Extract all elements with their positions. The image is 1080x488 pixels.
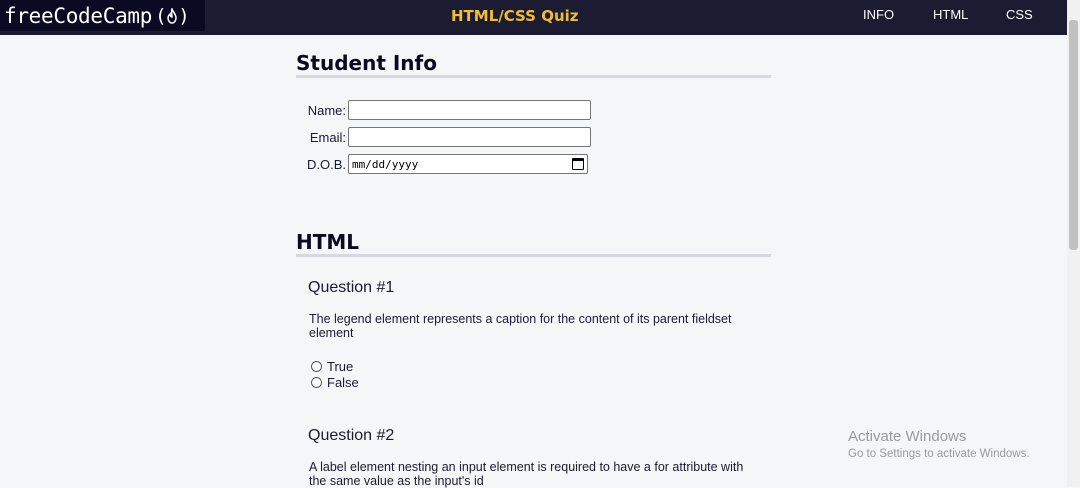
question-1-text: The legend element represents a caption … xyxy=(309,312,732,340)
dob-row: D.O.B. mm/dd/yyyy xyxy=(300,154,588,174)
radio-button[interactable] xyxy=(311,377,322,388)
nav-link-info[interactable]: INFO xyxy=(863,7,894,22)
question-1-title: Question #1 xyxy=(308,279,395,296)
nav-links: INFO HTML CSS xyxy=(0,7,1067,27)
question-2-text: A label element nesting an input element… xyxy=(309,460,744,488)
dob-label: D.O.B. xyxy=(306,156,346,172)
name-input[interactable] xyxy=(348,100,591,120)
windows-activation-watermark: Activate Windows Go to Settings to activ… xyxy=(848,428,1030,460)
name-label: Name: xyxy=(307,102,346,118)
email-row: Email: xyxy=(300,127,591,147)
email-label: Email: xyxy=(309,129,346,145)
student-info-heading: Student Info xyxy=(296,51,771,78)
watermark-line-2: Go to Settings to activate Windows. xyxy=(848,448,1030,460)
option-label: False xyxy=(327,375,359,390)
email-input[interactable] xyxy=(348,127,591,147)
vertical-scrollbar[interactable] xyxy=(1067,0,1080,487)
calendar-icon[interactable] xyxy=(572,158,584,170)
radio-button[interactable] xyxy=(311,361,322,372)
name-row: Name: xyxy=(300,100,591,120)
question-2-title: Question #2 xyxy=(308,427,395,444)
html-section-heading: HTML xyxy=(296,230,771,257)
nav-link-html[interactable]: HTML xyxy=(933,7,968,22)
nav-link-css[interactable]: CSS xyxy=(1006,7,1033,22)
dob-date-input[interactable]: mm/dd/yyyy xyxy=(348,154,588,174)
question-1-option-false[interactable]: False xyxy=(311,375,359,390)
option-label: True xyxy=(327,359,354,374)
question-1-option-true[interactable]: True xyxy=(311,359,353,374)
scrollbar-thumb[interactable] xyxy=(1069,20,1078,250)
dob-placeholder: mm/dd/yyyy xyxy=(352,157,419,171)
watermark-line-1: Activate Windows xyxy=(848,428,967,445)
top-navbar: freeCodeCamp() HTML/CSS Quiz INFO HTML C… xyxy=(0,0,1067,35)
